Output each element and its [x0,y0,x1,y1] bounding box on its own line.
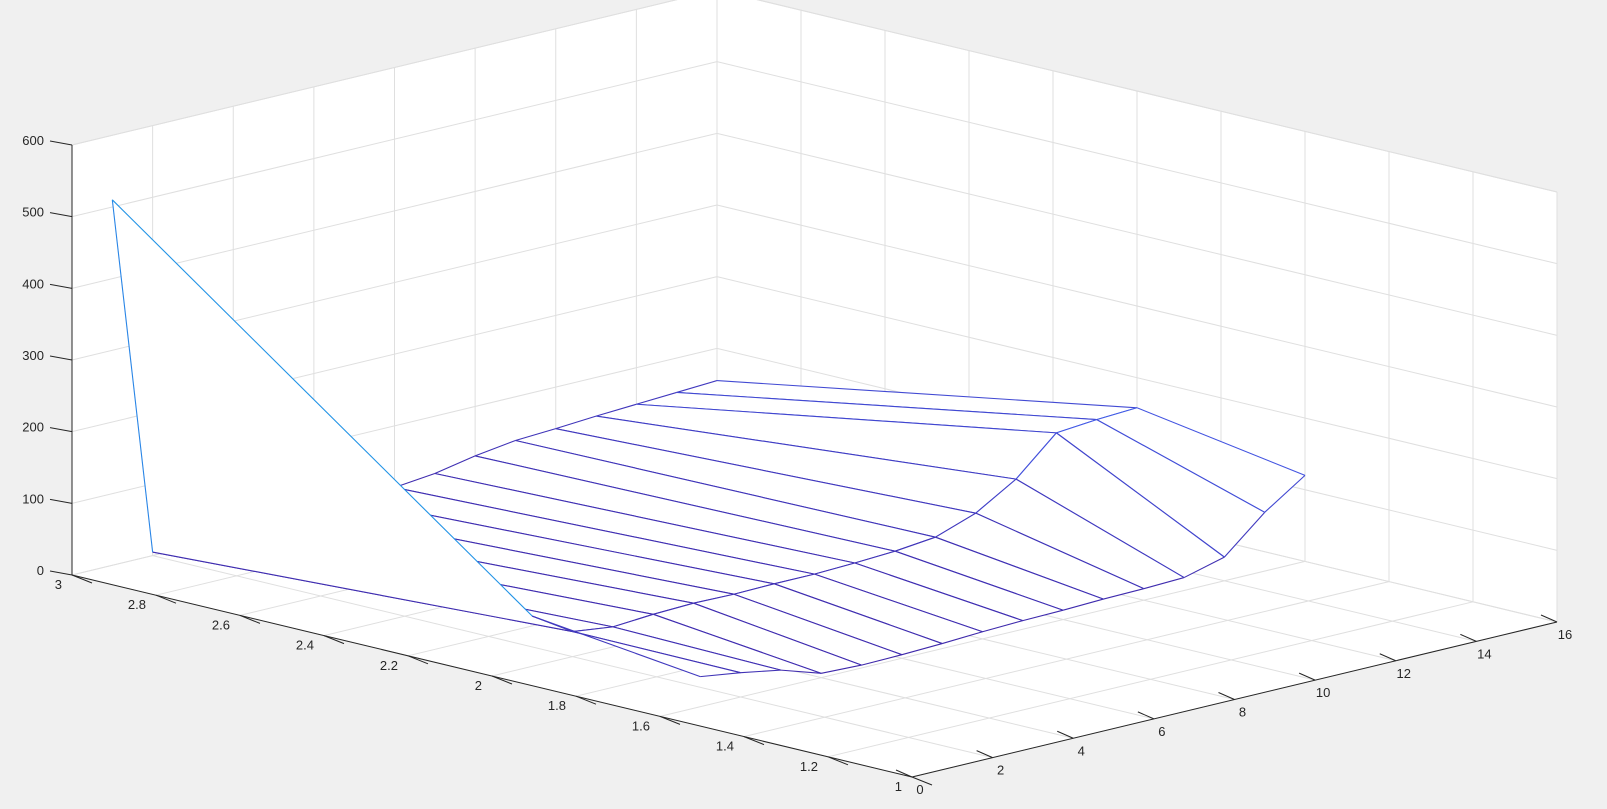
x-tick-label: 4 [1078,743,1085,758]
surface-plot-figure: 0 2 4 6 8 10 12 14 16 1 1.2 1.4 1.6 1.8 2 2.2 2.4 2.6 2.8 3… [22,0,1572,797]
x-tick-label: 2 [997,763,1004,778]
z-tick-label: 0 [37,563,44,578]
z-tick-label: 600 [22,133,44,148]
z-tick-label: 500 [22,205,44,220]
z-tick-mark [49,427,73,433]
z-tick-mark [49,570,73,576]
z-tick-label: 200 [22,420,44,435]
y-tick-label: 2.4 [296,638,314,653]
z-tick-label: 400 [22,276,44,291]
y-tick-label: 2.6 [212,617,230,632]
x-tick-label: 14 [1477,646,1491,661]
z-tick-mark [49,140,73,146]
x-tick-label: 12 [1397,666,1411,681]
z-tick-label: 100 [22,491,44,506]
y-tick-label: 1 [895,779,902,794]
y-tick-label: 1.4 [716,739,734,754]
x-tick-label: 0 [916,782,923,797]
y-tick-label: 3 [55,577,62,592]
z-tick-mark [49,355,73,361]
z-tick-mark [49,283,73,289]
z-tick-label: 300 [22,348,44,363]
y-tick-label: 1.2 [800,759,818,774]
y-tick-label: 1.6 [632,718,650,733]
y-tick-label: 2.8 [128,597,146,612]
y-tick-label: 2.2 [380,658,398,673]
x-tick-label: 10 [1316,685,1330,700]
x-tick-label: 8 [1239,705,1246,720]
z-tick-mark [49,498,73,504]
z-tick-mark [49,212,73,218]
x-tick-label: 6 [1158,724,1165,739]
y-tick-label: 1.8 [548,698,566,713]
y-tick-label: 2 [475,678,482,693]
x-tick-label: 16 [1558,627,1572,642]
